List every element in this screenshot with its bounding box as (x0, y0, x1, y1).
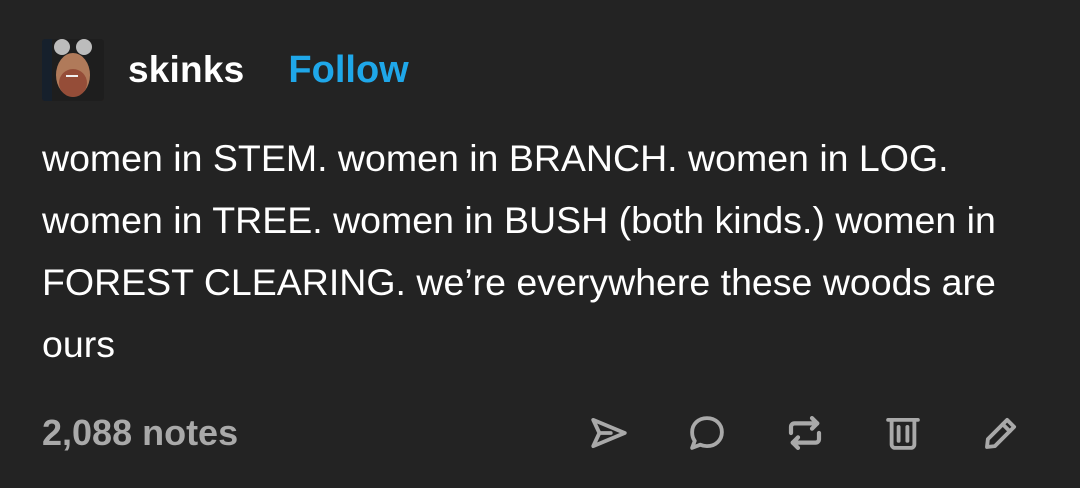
edit-icon[interactable] (978, 410, 1024, 456)
follow-button[interactable]: Follow (288, 49, 408, 92)
avatar-image (42, 39, 104, 101)
delete-icon[interactable] (880, 410, 926, 456)
avatar[interactable] (42, 39, 104, 101)
notes-count[interactable]: 2,088 notes (42, 412, 238, 454)
post-header: skinks Follow (42, 38, 409, 102)
send-icon[interactable] (586, 410, 632, 456)
comment-icon[interactable] (684, 410, 730, 456)
username[interactable]: skinks (128, 49, 244, 91)
reblog-icon[interactable] (782, 410, 828, 456)
post-actions (586, 410, 1024, 456)
post-body-text: women in STEM. women in BRANCH. women in… (42, 137, 996, 365)
post-footer: 2,088 notes (42, 404, 1024, 462)
